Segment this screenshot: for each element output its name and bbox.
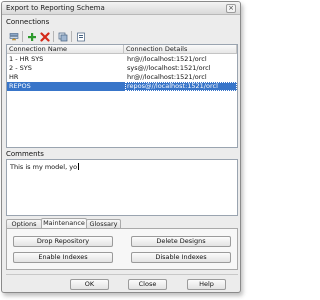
toolbar-separator [53,31,54,42]
column-header-connection-name[interactable]: Connection Name [7,45,124,54]
footer-divider [6,274,238,275]
help-button[interactable]: Help [187,279,226,290]
comments-label: Comments [6,150,44,158]
connection-name: REPOS [9,82,31,90]
table-row[interactable]: HR hr@//localhost:1521/orcl [7,73,237,82]
comments-text: This is my model, yo [10,163,80,171]
connection-name: 1 - HR SYS [9,55,44,63]
dialog-title: Export to Reporting Schema [6,4,105,12]
text-cursor [78,163,80,170]
connections-toolbar [6,30,238,43]
tab-options[interactable]: Options [6,219,42,228]
delete-designs-button[interactable]: Delete Designs [131,236,231,247]
toolbar-separator [22,31,23,42]
connection-name: HR [9,73,19,81]
column-header-connection-details[interactable]: Connection Details [124,45,237,54]
connection-details: hr@//localhost:1521/orcl [127,73,207,81]
close-button[interactable]: Close [128,279,167,290]
connections-label: Connections [6,18,50,26]
drop-repository-button[interactable]: Drop Repository [13,236,113,247]
title-bar: Export to Reporting Schema × [2,2,240,15]
delete-connection-icon[interactable] [39,31,50,42]
table-row[interactable]: 1 - HR SYS hr@//localhost:1521/orcl [7,55,237,64]
connection-name: 2 - SYS [9,64,32,72]
connection-details: sys@//localhost:1521/orcl [127,64,211,72]
table-row-selected[interactable]: REPOS repos@//localhost:1521/orcl [7,82,237,91]
connection-details: hr@//localhost:1521/orcl [127,55,207,63]
tab-maintenance[interactable]: Maintenance [41,218,87,228]
comments-textarea[interactable]: This is my model, yo [6,159,238,216]
focus-outline [125,82,237,91]
properties-icon[interactable] [75,31,86,42]
close-window-button[interactable]: × [226,4,236,13]
edit-connection-icon[interactable] [8,31,19,42]
copy-connection-icon[interactable] [57,31,68,42]
enable-indexes-button[interactable]: Enable Indexes [13,252,113,263]
ok-button[interactable]: OK [70,279,109,290]
disable-indexes-button[interactable]: Disable Indexes [131,252,231,263]
add-connection-icon[interactable] [26,31,37,42]
tab-glossary[interactable]: Glossary [86,219,121,228]
table-row[interactable]: 2 - SYS sys@//localhost:1521/orcl [7,64,237,73]
connections-table: Connection Name Connection Details 1 - H… [6,44,238,148]
toolbar-separator [71,31,72,42]
export-dialog: Export to Reporting Schema × Connections [1,1,241,293]
maintenance-panel: Drop Repository Delete Designs Enable In… [6,228,238,270]
